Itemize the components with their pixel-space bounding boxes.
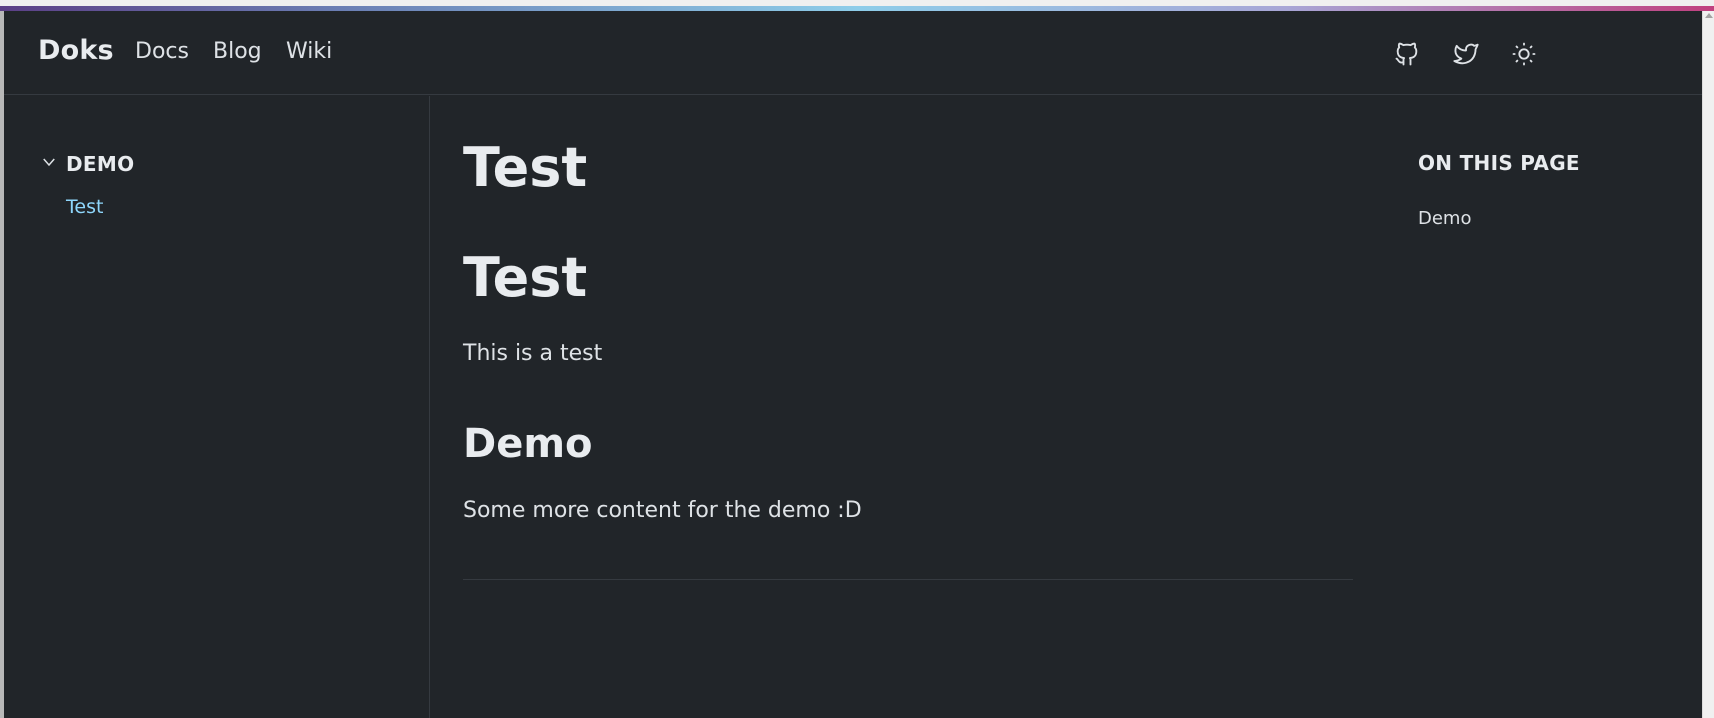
sidebar-section-demo[interactable]: DEMO: [40, 152, 134, 176]
toc-title: ON THIS PAGE: [1418, 151, 1580, 175]
scroll-up-arrow-icon[interactable]: [1705, 13, 1713, 18]
brand-logo-link[interactable]: Doks: [38, 35, 114, 66]
github-icon[interactable]: [1392, 39, 1422, 69]
sidebar-item-test[interactable]: Test: [66, 196, 103, 218]
content-subheading-demo: Demo: [463, 421, 593, 467]
sidebar-section-title: DEMO: [66, 152, 135, 176]
content-paragraph: This is a test: [463, 341, 603, 366]
navbar: Doks Docs Blog Wiki: [4, 11, 1702, 95]
sun-icon[interactable]: [1509, 39, 1539, 69]
content-paragraph: Some more content for the demo :D: [463, 498, 862, 523]
nav-link-wiki[interactable]: Wiki: [286, 39, 332, 64]
page-title: Test: [463, 136, 588, 199]
nav-link-docs[interactable]: Docs: [135, 39, 189, 64]
twitter-icon[interactable]: [1451, 39, 1481, 69]
main-content: Test Test This is a test Demo Some more …: [463, 96, 1353, 718]
on-this-page-toc: ON THIS PAGE Demo: [1418, 96, 1698, 496]
page: Doks Docs Blog Wiki DEMO Test Test Test …: [0, 0, 1714, 718]
chevron-down-icon[interactable]: [40, 153, 58, 175]
docs-sidebar: DEMO Test: [4, 96, 430, 718]
toc-item-demo[interactable]: Demo: [1418, 208, 1471, 229]
content-heading: Test: [463, 246, 588, 309]
nav-link-blog[interactable]: Blog: [213, 39, 262, 64]
vertical-scrollbar[interactable]: [1702, 11, 1714, 718]
content-divider: [463, 579, 1353, 580]
